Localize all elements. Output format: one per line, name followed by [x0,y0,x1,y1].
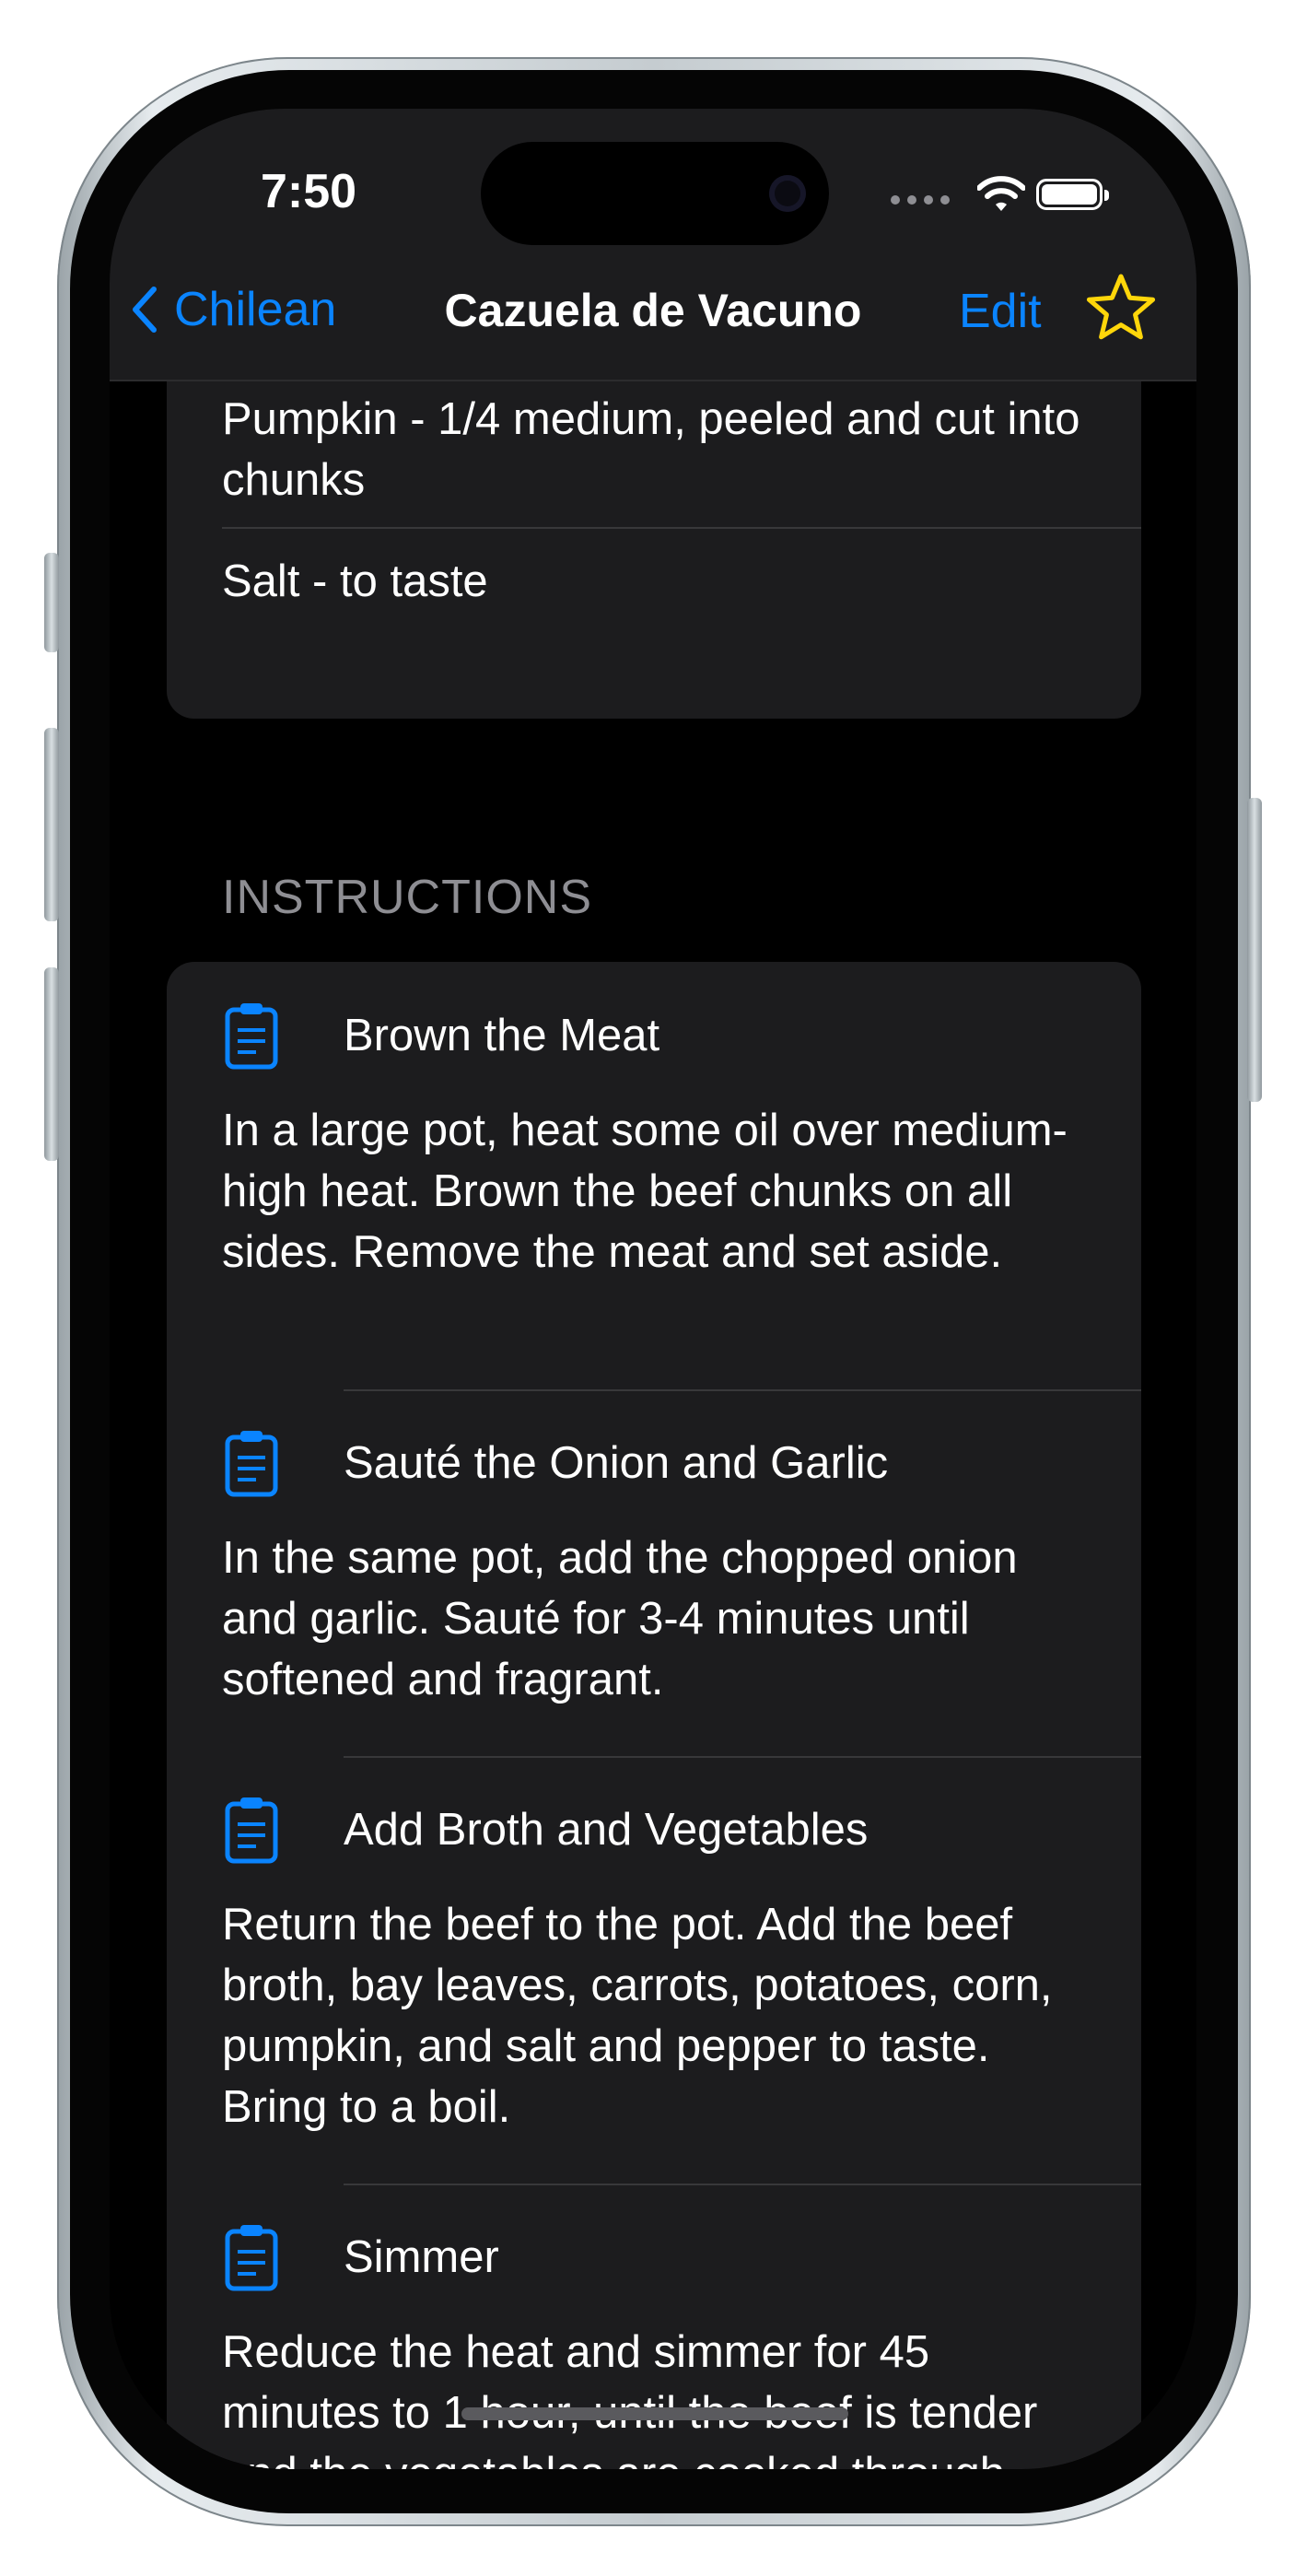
instructions-card: Brown the Meat In a large pot, heat some… [167,962,1141,2469]
clipboard-icon [225,2225,278,2291]
clipboard-icon [225,1431,278,1497]
step-description: In a large pot, heat some oil over mediu… [222,1106,1068,1277]
step-title: Brown the Meat [344,1011,660,1060]
screen: Pumpkin - 1/4 medium, peeled and cut int… [110,109,1196,2469]
status-icons [891,175,1112,221]
action-button [44,553,59,652]
navigation-bar: 7:50 Chilean Cazuela de Vacuno Edit [110,109,1196,381]
back-button[interactable]: Chilean [132,273,336,346]
step-title: Sauté the Onion and Garlic [344,1438,889,1488]
favorite-star-icon[interactable] [1084,271,1158,345]
volume-down-button [44,967,59,1161]
front-camera [769,175,806,212]
volume-up-button [44,728,59,921]
recipe-content[interactable]: Pumpkin - 1/4 medium, peeled and cut int… [110,343,1196,2469]
edit-button[interactable]: Edit [959,284,1042,339]
row-separator [344,1389,1141,1391]
step-description: In the same pot, add the chopped onion a… [222,1533,1018,1704]
row-separator [344,1756,1141,1758]
step-description: Reduce the heat and simmer for 45 minute… [222,2327,1038,2469]
chevron-left-icon [133,287,157,333]
cellular-signal-icon [891,195,950,205]
back-button-label: Chilean [174,283,337,336]
wifi-icon [977,176,1025,211]
battery-icon [1036,179,1109,210]
home-indicator[interactable] [461,2407,848,2420]
status-time: 7:50 [261,165,357,218]
step-title: Add Broth and Vegetables [344,1805,869,1855]
ingredient-item: Pumpkin - 1/4 medium, peeled and cut int… [222,394,1080,505]
ingredient-item: Salt - to taste [222,556,488,606]
ingredients-card: Pumpkin - 1/4 medium, peeled and cut int… [167,343,1141,719]
step-title: Simmer [344,2232,499,2282]
clipboard-icon [225,1003,278,1070]
side-button [1247,798,1262,1102]
instructions-header: INSTRUCTIONS [222,871,592,924]
row-separator [344,2184,1141,2185]
row-separator [222,527,1141,529]
page-title: Cazuela de Vacuno [444,285,862,336]
clipboard-icon [225,1797,278,1864]
step-description: Return the beef to the pot. Add the beef… [222,1900,1053,2132]
